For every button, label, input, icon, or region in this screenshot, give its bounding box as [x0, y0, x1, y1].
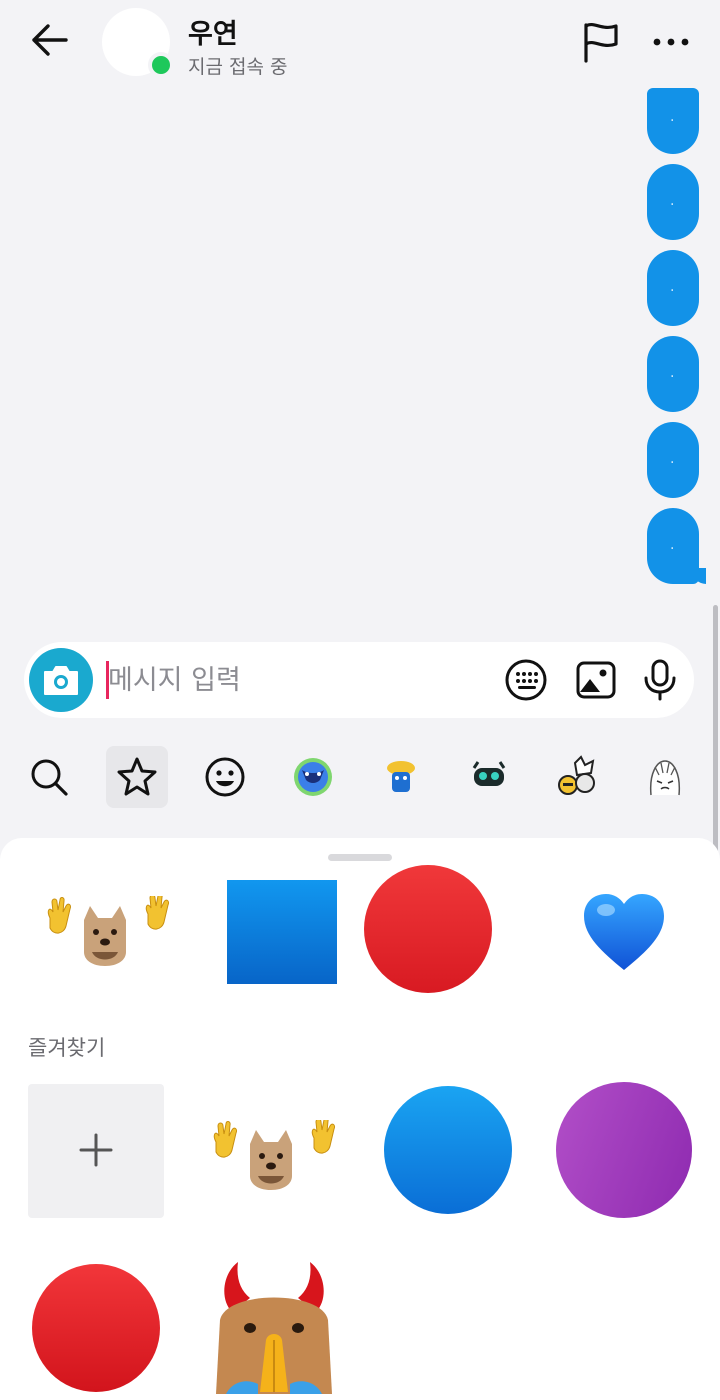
chat-header: 우연 지금 접속 중 [0, 0, 720, 88]
sent-message-bubble[interactable]: . [647, 164, 699, 240]
sticker-panel: 즐겨찾기 [0, 838, 720, 1400]
more-options-button[interactable] [650, 24, 692, 60]
emoji-icon [205, 757, 245, 797]
message-text: . [670, 537, 675, 553]
camera-button[interactable] [29, 648, 93, 712]
online-status-dot [148, 52, 174, 78]
message-list[interactable]: . . . . . . [0, 88, 720, 618]
message-text: . [670, 365, 675, 381]
sticker-pack-5-icon [649, 760, 681, 796]
sticker-pack-4-icon [558, 755, 595, 795]
tab-sticker-pack-2[interactable] [370, 746, 432, 808]
voice-message-button[interactable] [638, 658, 682, 702]
keyboard-icon [505, 659, 547, 701]
report-button[interactable] [580, 20, 622, 64]
blue-square-sticker[interactable] [227, 880, 337, 984]
purple-circle-sticker[interactable] [556, 1082, 692, 1218]
tab-sticker-pack-3[interactable] [458, 746, 520, 808]
plus-icon [79, 1133, 113, 1167]
message-composer [24, 642, 694, 718]
favorites-star-icon [117, 757, 157, 796]
microphone-icon [644, 659, 676, 701]
dog-waving-sticker[interactable] [40, 893, 170, 970]
tab-favorites[interactable] [106, 746, 168, 808]
message-text: . [670, 193, 675, 209]
tab-sticker-pack-5[interactable] [634, 746, 696, 808]
sent-message-bubble[interactable]: . [647, 250, 699, 326]
message-input[interactable] [108, 658, 488, 702]
arrow-left-icon [32, 24, 68, 56]
red-circle-sticker[interactable] [364, 865, 492, 993]
contact-name[interactable]: 우연 [188, 12, 238, 51]
contact-status: 지금 접속 중 [188, 56, 288, 78]
red-circle-sticker[interactable] [32, 1264, 160, 1392]
tab-search[interactable] [18, 746, 80, 808]
sent-message-bubble[interactable]: . [647, 422, 699, 498]
sticker-pack-1-icon [294, 758, 332, 796]
sent-message-bubble[interactable]: . [647, 508, 706, 584]
message-text: . [670, 109, 675, 125]
back-button[interactable] [26, 20, 72, 60]
gallery-icon [576, 661, 616, 699]
gallery-button[interactable] [574, 658, 618, 702]
tab-emoji[interactable] [194, 746, 256, 808]
more-horizontal-icon [653, 38, 689, 46]
blue-circle-sticker[interactable] [384, 1086, 512, 1214]
camera-icon [44, 666, 78, 695]
message-text: . [670, 279, 675, 295]
dog-waving-sticker[interactable] [206, 1117, 336, 1194]
search-icon [31, 759, 68, 796]
favorites-section-title: 즐겨찾기 [28, 1036, 106, 1060]
sticker-pack-3-icon [472, 761, 506, 786]
flag-icon [584, 22, 618, 63]
tab-sticker-pack-4[interactable] [546, 746, 608, 808]
tab-sticker-pack-1[interactable] [282, 746, 344, 808]
devil-cat-sticker[interactable] [206, 1260, 342, 1400]
contact-avatar[interactable] [102, 8, 174, 78]
keyboard-button[interactable] [504, 658, 548, 702]
add-favorite-button[interactable] [28, 1084, 164, 1218]
sent-message-bubble[interactable]: . [647, 88, 699, 154]
sticker-pack-2-icon [387, 761, 415, 792]
blue-heart-sticker[interactable] [582, 892, 666, 976]
drag-handle[interactable] [328, 854, 392, 861]
sent-message-bubble[interactable]: . [647, 336, 699, 412]
message-text: . [670, 451, 675, 467]
sticker-category-tabs [0, 740, 720, 818]
